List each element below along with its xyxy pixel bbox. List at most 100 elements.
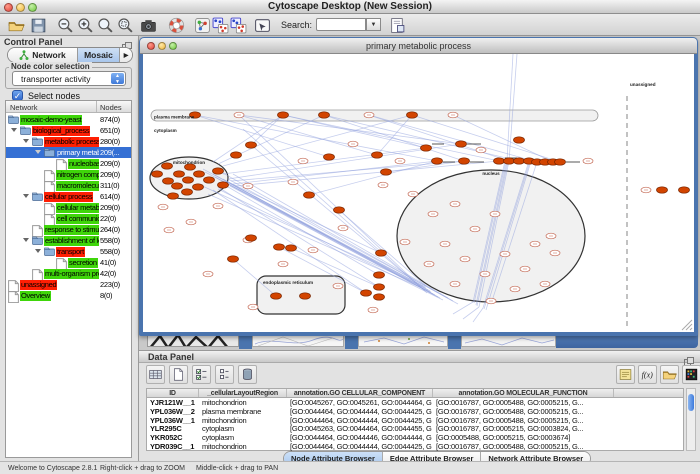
- edge[interactable]: [218, 187, 379, 287]
- selected-node[interactable]: [194, 171, 205, 177]
- float-panel-icon[interactable]: [122, 38, 132, 47]
- zoom-fit-icon[interactable]: [97, 17, 114, 34]
- disclosure-triangle-icon[interactable]: [11, 128, 17, 132]
- selected-node[interactable]: [204, 177, 215, 183]
- selected-node[interactable]: [286, 245, 297, 251]
- edge[interactable]: [453, 115, 553, 162]
- minimize-window-button[interactable]: [16, 3, 25, 12]
- tree-row[interactable]: response to stimulu264(0): [6, 224, 131, 235]
- list-icon[interactable]: [215, 365, 234, 384]
- selected-node[interactable]: [334, 207, 345, 213]
- edge[interactable]: [231, 161, 464, 181]
- zoom-out-icon[interactable]: [57, 17, 74, 34]
- selected-node[interactable]: [432, 158, 443, 164]
- selected-node[interactable]: [304, 192, 315, 198]
- network-close-button[interactable]: [147, 42, 155, 50]
- tree-row[interactable]: metabolic process280(0): [6, 136, 131, 147]
- folder-icon[interactable]: [660, 365, 679, 384]
- selected-node[interactable]: [555, 159, 566, 165]
- selected-node[interactable]: [494, 158, 505, 164]
- save-session-icon[interactable]: [30, 17, 47, 34]
- selected-node[interactable]: [228, 256, 239, 262]
- vizmapper-icon[interactable]: [194, 17, 211, 34]
- fit-view-icon[interactable]: [254, 17, 271, 34]
- table-scrollbar-thumb[interactable]: [688, 394, 694, 411]
- zoom-window-button[interactable]: [28, 3, 37, 12]
- data-panel-header[interactable]: Data Panel: [139, 350, 700, 363]
- help-icon[interactable]: [168, 17, 185, 34]
- edge[interactable]: [324, 115, 519, 161]
- disclosure-triangle-icon[interactable]: [35, 150, 41, 154]
- selected-node[interactable]: [278, 112, 289, 118]
- attribute-table-header[interactable]: ID_cellularLayoutRegionannotation.GO CEL…: [147, 389, 683, 398]
- selected-node[interactable]: [374, 294, 385, 300]
- selected-node[interactable]: [168, 193, 179, 199]
- selected-node[interactable]: [459, 158, 470, 164]
- tree-row[interactable]: macromolecule311(0): [6, 180, 131, 191]
- selected-node[interactable]: [163, 178, 174, 184]
- tree-row[interactable]: cell communicat22(0): [6, 213, 131, 224]
- tree-column-network[interactable]: Network: [10, 103, 38, 112]
- selected-node[interactable]: [274, 244, 285, 250]
- tree-row[interactable]: cellular process614(0): [6, 191, 131, 202]
- selected-node[interactable]: [246, 235, 257, 241]
- table-row[interactable]: YPL036W__1mitochondrion[GO:0044464, GO:0…: [147, 417, 683, 426]
- selected-node[interactable]: [152, 171, 163, 177]
- network-graph[interactable]: plasma membranecytoplasmmitochondrionnuc…: [143, 54, 694, 332]
- selected-node[interactable]: [271, 293, 282, 299]
- tree-row[interactable]: nucleobase-209(0): [6, 158, 131, 169]
- selected-node[interactable]: [324, 154, 335, 160]
- checklist-icon[interactable]: [192, 365, 211, 384]
- new-page-icon[interactable]: [169, 365, 188, 384]
- selected-node[interactable]: [218, 182, 229, 188]
- selected-node[interactable]: [182, 189, 193, 195]
- tree-row[interactable]: cellular metabol209(0): [6, 202, 131, 213]
- selected-node[interactable]: [421, 145, 432, 151]
- tree-column-nodes[interactable]: Nodes: [100, 103, 122, 112]
- column-header[interactable]: annotation.GO MOLECULAR_FUNCTION: [433, 389, 614, 397]
- selected-node[interactable]: [361, 290, 372, 296]
- edge[interactable]: [233, 161, 437, 184]
- selected-node[interactable]: [679, 187, 690, 193]
- selected-node[interactable]: [372, 152, 383, 158]
- selected-node[interactable]: [376, 250, 387, 256]
- tab-mosaic[interactable]: Mosaic: [78, 48, 120, 62]
- tree-row[interactable]: biological_process651(0): [6, 125, 131, 136]
- table-row[interactable]: YKR052Ccytoplasm[GO:0044464, GO:0044446,…: [147, 434, 683, 443]
- selected-node[interactable]: [193, 184, 204, 190]
- selected-node[interactable]: [456, 141, 467, 147]
- selected-node[interactable]: [381, 169, 392, 175]
- table-icon[interactable]: [146, 365, 165, 384]
- selected-node[interactable]: [319, 112, 330, 118]
- search-input[interactable]: [316, 18, 366, 31]
- tree-row[interactable]: multi-organism pro42(0): [6, 268, 131, 279]
- open-session-icon[interactable]: [8, 17, 25, 34]
- selected-node[interactable]: [162, 163, 173, 169]
- table-row[interactable]: YJR121W__1mitochondrion[GO:0045267, GO:0…: [147, 399, 683, 408]
- copy-network-2-icon[interactable]: [230, 17, 247, 34]
- table-scrollbar[interactable]: [686, 388, 696, 451]
- fx-icon[interactable]: f(x): [638, 365, 657, 384]
- tree-header[interactable]: Network Nodes: [6, 101, 131, 113]
- selected-node[interactable]: [407, 112, 418, 118]
- selected-node[interactable]: [300, 293, 311, 299]
- tree-column-divider[interactable]: [96, 101, 97, 112]
- selected-node[interactable]: [374, 272, 385, 278]
- snapshot-icon[interactable]: [140, 17, 157, 34]
- disclosure-triangle-icon[interactable]: [23, 238, 29, 242]
- annotation-icon[interactable]: [389, 17, 406, 34]
- network-zoom-button[interactable]: [169, 42, 177, 50]
- tab-overflow-arrow[interactable]: ▶: [120, 48, 132, 62]
- tab-network[interactable]: Network: [8, 48, 78, 62]
- network-minimize-button[interactable]: [158, 42, 166, 50]
- tree-row[interactable]: unassigned223(0): [6, 279, 131, 290]
- tree-row[interactable]: secretion41(0): [6, 257, 131, 268]
- column-header[interactable]: annotation.GO CELLULAR_COMPONENT: [287, 389, 433, 397]
- note-icon[interactable]: [616, 365, 635, 384]
- network-window-titlebar[interactable]: primary metabolic process: [140, 38, 697, 54]
- resize-grip-icon[interactable]: [682, 320, 692, 330]
- close-window-button[interactable]: [4, 3, 13, 12]
- selected-node[interactable]: [183, 177, 194, 183]
- float-data-panel-icon[interactable]: [684, 353, 694, 362]
- selected-node[interactable]: [374, 284, 385, 290]
